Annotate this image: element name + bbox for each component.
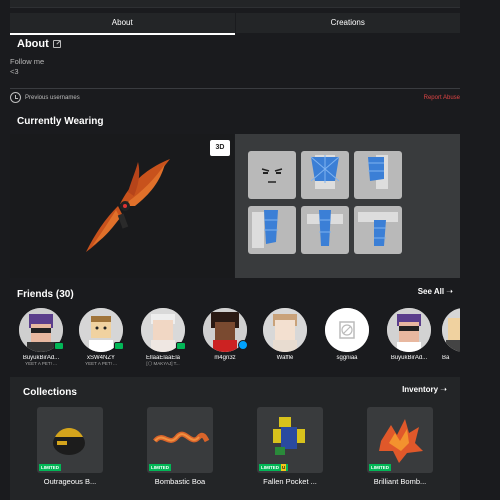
collection-item-label: Bombastic Boa <box>154 477 206 486</box>
friend-item[interactable]: BuyukBirAd... <box>380 308 438 361</box>
wearing-item-leg[interactable] <box>354 206 402 254</box>
studio-badge-icon <box>238 340 248 350</box>
shirt-icon <box>310 155 340 189</box>
previous-usernames-button[interactable]: Previous usernames <box>10 92 80 103</box>
wearing-item-pants[interactable] <box>301 206 349 254</box>
item-thumbnail: LIMITED <box>147 407 213 473</box>
collection-item-label: Outrageous B... <box>43 477 97 486</box>
inventory-link[interactable]: Inventory ➝ <box>402 385 447 394</box>
about-title: About <box>17 38 49 50</box>
game-badge-icon <box>114 342 124 350</box>
wearing-item-shirt[interactable] <box>301 151 349 199</box>
arm-icon <box>252 210 278 248</box>
divider <box>10 88 460 89</box>
tab-creations[interactable]: Creations <box>234 13 461 33</box>
arm-icon <box>368 155 388 189</box>
edit-icon[interactable] <box>52 40 61 48</box>
avatar <box>203 308 248 352</box>
pants-icon <box>307 210 343 246</box>
bio: Follow me <3 <box>10 57 44 77</box>
currently-wearing-title: Currently Wearing <box>17 116 104 127</box>
limited-u-badge: LIMITED <box>259 464 289 471</box>
wearing-item-right-arm[interactable] <box>354 151 402 199</box>
leg-icon <box>358 212 398 246</box>
avatar <box>325 308 369 352</box>
item-thumbnail: LIMITED <box>257 407 323 473</box>
profile-tabs: About Creations <box>10 13 461 35</box>
friend-status: YEET A PET! ... <box>25 361 57 366</box>
friend-item[interactable]: sggniaa <box>318 308 376 361</box>
avatar-3d-viewer[interactable] <box>10 134 234 278</box>
avatar <box>442 308 460 352</box>
about-heading: About <box>17 38 61 50</box>
bio-line: Follow me <box>10 57 45 66</box>
collections-title: Collections <box>23 387 77 398</box>
report-abuse-link[interactable]: Report Abuse <box>424 95 460 101</box>
item-thumbnail: LIMITED <box>367 407 433 473</box>
face-icon <box>261 168 283 183</box>
collection-item[interactable]: LIMITED Outrageous B... <box>22 407 118 486</box>
tab-about[interactable]: About <box>10 13 235 35</box>
toggle-3d-button[interactable]: 3D <box>210 140 230 156</box>
friend-name: m4gn3z <box>214 355 236 361</box>
avatar-render <box>86 159 170 252</box>
limited-badge: LIMITED <box>39 464 61 471</box>
friend-status: [🌕 MAKYAJ] T... <box>146 361 180 366</box>
wearing-items-grid <box>235 134 460 278</box>
friends-title: Friends (30) <box>17 289 74 300</box>
friend-item[interactable]: Waffle <box>256 308 314 361</box>
limited-badge: LIMITED <box>149 464 171 471</box>
collection-item[interactable]: LIMITED Fallen Pocket ... <box>242 407 338 486</box>
game-badge-icon <box>176 342 186 350</box>
bio-line: <3 <box>10 67 19 76</box>
top-strip <box>10 0 460 8</box>
collection-item[interactable]: LIMITED Bombastic Boa <box>132 407 228 486</box>
avatar <box>141 308 186 352</box>
friend-item[interactable]: Ba <box>442 308 460 361</box>
friend-name: Waffle <box>276 355 294 361</box>
avatar <box>263 308 307 352</box>
wearing-item-left-arm[interactable] <box>248 206 296 254</box>
see-all-friends-link[interactable]: See All ➝ <box>418 287 453 296</box>
item-thumbnail: LIMITED <box>37 407 103 473</box>
friend-item[interactable]: BuyukBirAd... YEET A PET! ... <box>12 308 70 366</box>
collection-item-label: Fallen Pocket ... <box>263 477 317 486</box>
friend-item[interactable]: xSW4NZY YEET A PET! ... <box>72 308 130 366</box>
blocked-image-icon <box>339 321 355 339</box>
friend-item[interactable]: m4gn3z <box>196 308 254 361</box>
avatar <box>79 308 124 352</box>
limited-badge: LIMITED <box>369 464 391 471</box>
collection-item-label: Brilliant Bomb... <box>373 477 427 486</box>
avatar <box>19 308 64 352</box>
avatar <box>387 308 431 352</box>
friend-status: YEET A PET! ... <box>85 361 117 366</box>
previous-usernames-label: Previous usernames <box>25 94 80 101</box>
friend-name: Ba <box>442 355 450 361</box>
friend-name: sggniaa <box>336 355 358 361</box>
friend-name: BuyukBirAd... <box>390 355 428 361</box>
friend-item[interactable]: EllaaElaaEla [🌕 MAKYAJ] T... <box>134 308 192 367</box>
game-badge-icon <box>54 342 64 350</box>
collection-item[interactable]: LIMITED Brilliant Bomb... <box>352 407 448 486</box>
wearing-item-face[interactable] <box>248 151 296 199</box>
history-icon <box>10 92 21 103</box>
